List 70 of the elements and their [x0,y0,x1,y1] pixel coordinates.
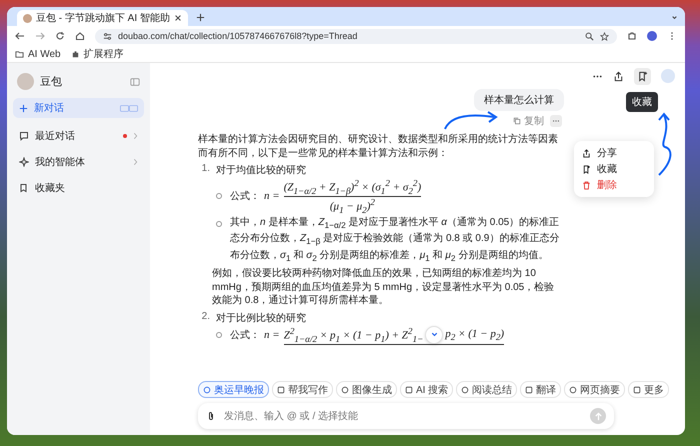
message-input[interactable]: 发消息、输入 @ 或 / 选择技能 [222,410,584,422]
bookmark-icon [19,183,29,193]
copy-icon [513,117,521,125]
share-icon[interactable] [613,70,624,82]
section-title: 对于比例比较的研究 [216,312,306,325]
favicon-icon [23,14,32,22]
bullet-icon [216,193,222,200]
bookmark-icon [582,164,591,174]
home-icon[interactable] [75,31,85,41]
new-chat-button[interactable]: 新对话 [13,98,144,118]
user-message: 样本量怎么计算 [474,89,564,111]
new-tab-icon[interactable] [196,13,205,22]
sidebar-item[interactable]: 我的智能体 [13,150,144,174]
formula-text: (μ$_{1}$ − μ$_{2}$)$^{2}$ [330,196,375,215]
back-icon[interactable] [15,31,25,41]
profile-avatar[interactable] [647,31,657,41]
section-title: 对于均值比较的研究 [216,164,306,177]
answer-paragraph: 例如，假设要比较两种药物对降低血压的效果，已知两组的标准差均为 10 mmHg，预期两组的血压均值差异为 5 mmHg，设定显著性水平为 0.05，检验效能为 0.8，通过计算可得所需样本量。 [211,267,556,308]
chat-bubble-icon [19,131,29,141]
bookmark-item[interactable]: AI Web [15,48,61,60]
arrow-up-icon [594,412,602,420]
extensions-icon[interactable] [627,31,637,41]
copy-button[interactable]: 复制 [513,114,544,128]
avatar [17,73,34,90]
formula-label: 公式： [230,328,260,342]
bullet-icon [216,332,222,338]
sidebar-item[interactable]: 收藏夹 [13,176,144,200]
list-number: 1. [200,163,210,176]
formula-text: p$_{2}$ × (1 − p$_{2}$) [445,328,504,342]
zoom-icon[interactable] [585,32,594,40]
bullet-icon [216,220,222,227]
sparkle-icon [19,157,29,167]
skill-chip[interactable]: 帮我写作 [272,381,333,398]
skill-chip[interactable]: 奥运早晚报 [198,381,269,398]
sidebar-toggle-icon[interactable] [130,76,140,86]
address-bar[interactable]: doubao.com/chat/collection/1057874667676l8?type=Thread [95,28,617,44]
sidebar-item[interactable]: 最近对话 [13,124,144,148]
menu-item[interactable]: 收藏 [578,161,650,177]
close-icon[interactable] [174,14,182,22]
menu-item[interactable]: 分享 [578,145,650,161]
list-number: 2. [200,310,210,324]
tooltip: 收藏 [626,92,658,112]
skill-chip[interactable]: 图像生成 [336,381,397,398]
bookmark-item[interactable]: 扩展程序 [70,47,124,61]
attachment-icon[interactable] [206,411,216,421]
plus-icon [19,104,28,112]
bookmark-button[interactable] [634,68,651,84]
skill-chip[interactable]: 阅读总结 [456,381,518,398]
more-button[interactable] [550,115,562,127]
trash-icon [582,180,591,190]
browser-tab[interactable]: 豆包 - 字节跳动旗下 AI 智能助 [17,10,188,26]
skill-chip[interactable]: 翻译 [520,381,562,398]
formula-text: n = [264,190,280,202]
skill-chip[interactable]: 网页摘要 [564,381,626,398]
menu-item[interactable]: 删除 [578,177,650,193]
formula-text: n = [264,329,280,342]
answer-paragraph: 其中，n 是样本量，Z$_{1−α/2}$ 是对应于显著性水平 α（通常为 0.05）的标准正态分布分位数，Z$_{1−β}$ 是对应于检验效能（通常为 0.8 或 0.9）的标准正态分布分位数，σ$_{1}$ 和 σ$_{2}$ 分别是两组的标准差，μ$_{1}$ 和 μ$_{2}$ 分别是两组的均值。 [230,216,560,265]
formula-text: (Z$_{1−α/2}$ + Z$_{1−β}$)$^{2}$ × (σ$_{1}$$^{2}$ + σ$_{2}$$^{2}$) [284,178,422,196]
formula-label: 公式： [230,190,260,204]
app-name: 豆包 [40,75,63,89]
folder-icon [15,50,24,58]
bookmark-icon [637,70,648,82]
skill-chip[interactable]: AI 搜索 [400,381,454,398]
star-icon[interactable] [600,32,609,40]
answer-paragraph: 样本量的计算方法会因研究目的、研究设计、数据类型和所采用的统计方法等因素而有所不同，以下是一些常见的样本量计算方法和示例： [198,133,559,160]
site-info-icon[interactable] [103,32,112,40]
shortcut-icon [120,104,138,112]
reload-icon[interactable] [55,31,65,41]
share-icon [582,148,591,158]
skill-chip[interactable]: 更多 [628,381,670,398]
